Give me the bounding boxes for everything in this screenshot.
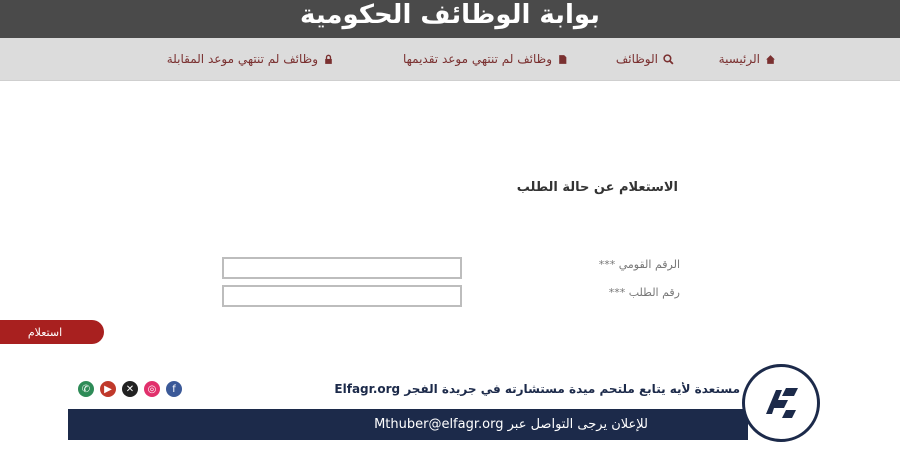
lock-icon — [325, 54, 332, 64]
file-icon — [559, 54, 567, 64]
x-icon[interactable]: ✕ — [122, 381, 138, 397]
nav-item-label: وظائف لم تنتهي موعد المقابلة — [166, 52, 318, 66]
site-header: بوابة الوظائف الحكومية — [0, 0, 900, 38]
form-title: الاستعلام عن حالة الطلب — [516, 180, 678, 195]
banner-headline: مستعدة لأيه يتابع ملتحم ميدة مستشارته في… — [334, 382, 740, 396]
banner-bar: للإعلان يرجى التواصل عبر Mthuber@elfagr.… — [68, 409, 748, 440]
submit-button[interactable]: استعلام — [0, 320, 104, 344]
application-number-input[interactable] — [222, 285, 462, 307]
main-nav: الرئيسية الوظائف وظائف لم تنتهي موعد تقد… — [0, 38, 900, 81]
elfagr-logo-icon — [766, 388, 798, 418]
elfagr-logo — [742, 364, 820, 442]
nav-item-open-interviews[interactable]: وظائف لم تنتهي موعد المقابلة — [167, 38, 334, 80]
banner-contact: للإعلان يرجى التواصل عبر Mthuber@elfagr.… — [374, 417, 648, 432]
whatsapp-icon[interactable]: ✆ — [78, 381, 94, 397]
nav-item-home[interactable]: الرئيسية — [719, 38, 776, 80]
site-title: بوابة الوظائف الحكومية — [300, 0, 600, 30]
nav-item-jobs[interactable]: الوظائف — [616, 38, 674, 80]
nav-item-label: وظائف لم تنتهي موعد تقديمها — [402, 52, 552, 66]
search-icon — [663, 53, 674, 65]
application-number-label: رقم الطلب *** — [608, 286, 680, 299]
home-icon — [766, 54, 775, 64]
national-id-input[interactable] — [222, 257, 462, 279]
youtube-icon[interactable]: ▶ — [100, 381, 116, 397]
nav-item-label: الوظائف — [615, 52, 658, 66]
national-id-label: الرقم القومي *** — [598, 258, 680, 271]
nav-item-label: الرئيسية — [718, 52, 760, 66]
nav-item-open-applications[interactable]: وظائف لم تنتهي موعد تقديمها — [403, 38, 568, 80]
